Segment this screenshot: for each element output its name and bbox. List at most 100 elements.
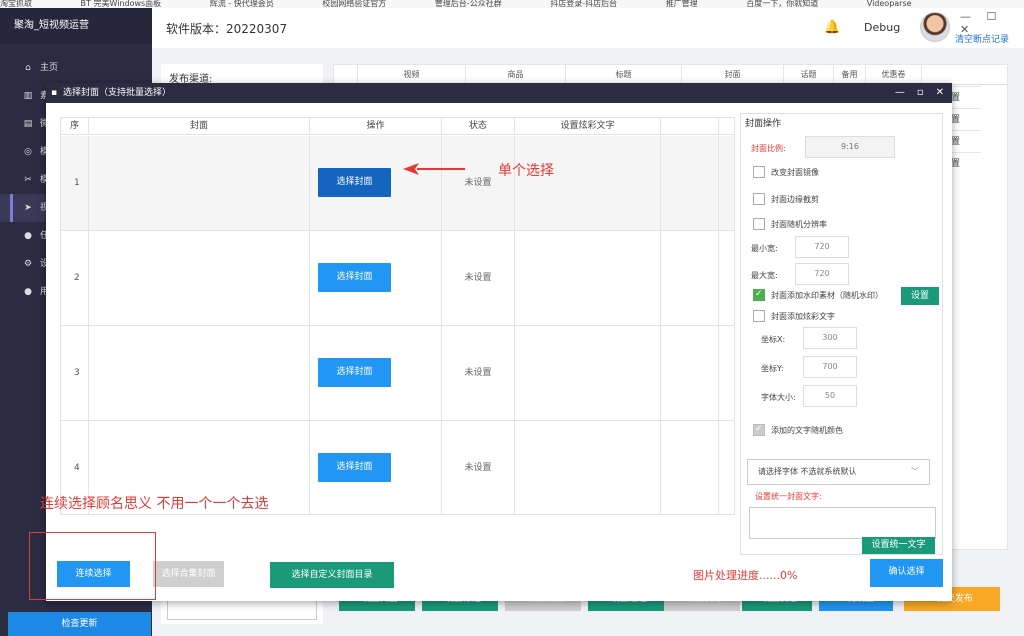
column-header: 优惠卷 bbox=[866, 65, 922, 84]
scissors-icon: ✂ bbox=[24, 175, 32, 185]
home-icon: ⌂ bbox=[25, 63, 31, 73]
column-header-seq: 序 bbox=[61, 118, 89, 135]
column-header: 标题 bbox=[566, 65, 682, 84]
max-width-input[interactable]: 720 bbox=[795, 263, 849, 285]
sidebar-item-home[interactable]: ⌂ 主页 bbox=[0, 54, 152, 82]
column-header: 商品 bbox=[466, 65, 566, 84]
dazzle-text-cell[interactable] bbox=[515, 231, 661, 326]
check-update-button[interactable]: 检查更新 bbox=[8, 612, 151, 636]
maximize-icon[interactable]: ▫ bbox=[917, 87, 924, 98]
select-custom-cover-directory-button[interactable]: 选择自定义封面目录 bbox=[270, 562, 394, 588]
bookmark[interactable]: 推广管理 bbox=[666, 0, 698, 8]
table-header: 视频 商品 标题 封面 话题 备用 优惠卷 bbox=[334, 65, 1007, 85]
set-unified-text-button[interactable]: 设置统一文字 bbox=[862, 537, 935, 554]
random-color-checkbox[interactable] bbox=[753, 424, 765, 436]
bookmark[interactable]: 管理后台-公众社群 bbox=[435, 0, 502, 8]
sidebar-item-label: 主页 bbox=[40, 63, 59, 73]
cover-ratio-field[interactable]: 9:16 bbox=[805, 136, 895, 158]
annotation-continuous-select: 连续选择顾名思义 不用一个一个去选 bbox=[40, 496, 269, 512]
random-resolution-checkbox[interactable] bbox=[753, 218, 765, 230]
column-header: 封面 bbox=[682, 65, 784, 84]
avatar[interactable] bbox=[920, 12, 950, 42]
clear-breakpoint-log-link[interactable]: 清空断点记录 bbox=[955, 32, 1009, 45]
crop-checkbox[interactable] bbox=[753, 193, 765, 205]
bookmark[interactable]: 淘宝抓取 bbox=[0, 0, 32, 8]
annotation-single-select: 单个选择 bbox=[498, 163, 554, 179]
bookmark[interactable]: 抖店登录-抖店后台 bbox=[550, 0, 617, 8]
select-cover-button[interactable]: 选择封面 bbox=[318, 168, 391, 197]
column-header-cover: 封面 bbox=[89, 118, 310, 135]
grid-header: 序 封面 操作 状态 设置炫彩文字 bbox=[61, 118, 734, 135]
bookmark[interactable]: 校园网络验证官方 bbox=[322, 0, 386, 8]
dialog-window-controls: — ▫ ✕ bbox=[883, 83, 944, 103]
target-icon: ◎ bbox=[24, 147, 32, 157]
column-header-extra bbox=[661, 118, 719, 135]
dazzle-text-cell[interactable] bbox=[515, 326, 661, 421]
column-header: 备用 bbox=[834, 65, 866, 84]
select-cover-button[interactable]: 选择封面 bbox=[318, 263, 391, 292]
close-icon[interactable]: ✕ bbox=[936, 87, 944, 98]
cover-ratio-label: 封面比例: bbox=[751, 144, 786, 153]
dazzle-text-checkbox[interactable] bbox=[753, 310, 765, 322]
cover-options-panel: 封面操作 封面比例: 9:16 改变封面镜像 封面边缘截剪 封面随机分辨率 最小… bbox=[740, 113, 943, 555]
select-cover-button[interactable]: 选择封面 bbox=[318, 453, 391, 482]
select-collection-cover-button[interactable]: 选择合集封面 bbox=[153, 561, 224, 587]
row-seq: 3 bbox=[61, 326, 89, 421]
confirm-selection-button[interactable]: 确认选择 bbox=[870, 559, 943, 587]
font-size-label: 字体大小: bbox=[761, 393, 796, 402]
bookmark[interactable]: 辉流 - 快代理会员 bbox=[210, 0, 274, 8]
status-cell: 未设置 bbox=[442, 136, 515, 231]
table-row[interactable]: 1 选择封面 未设置 bbox=[61, 136, 734, 231]
row-seq: 2 bbox=[61, 231, 89, 326]
random-resolution-label: 封面随机分辨率 bbox=[771, 220, 827, 229]
mirror-label: 改变封面镜像 bbox=[771, 168, 819, 177]
image-processing-progress: 图片处理进度......0% bbox=[693, 569, 798, 582]
unified-text-input[interactable] bbox=[749, 507, 936, 539]
annotation-arrow bbox=[403, 163, 465, 175]
bookmark[interactable]: Videoparse bbox=[867, 0, 912, 8]
bookmark[interactable]: 百度一下，你就知道 bbox=[746, 0, 818, 8]
row-seq: 1 bbox=[61, 136, 89, 231]
action-cell: 选择封面 bbox=[310, 326, 442, 421]
coord-y-input[interactable]: 700 bbox=[803, 356, 857, 378]
table-row[interactable]: 3 选择封面 未设置 bbox=[61, 326, 734, 421]
header-checkbox[interactable] bbox=[334, 65, 358, 84]
annotation-highlight-box bbox=[29, 532, 156, 600]
coord-y-label: 坐标Y: bbox=[761, 364, 784, 373]
watermark-checkbox[interactable] bbox=[753, 289, 765, 301]
watermark-label: 封面添加水印素材（随机水印） bbox=[771, 291, 883, 300]
cover-cell bbox=[89, 136, 310, 231]
unified-text-label: 设置统一封面文字: bbox=[755, 492, 822, 501]
extra-cell bbox=[661, 136, 719, 231]
font-select-value: 请选择字体 不选就系统默认 bbox=[758, 467, 857, 476]
app-title: 聚淘_短视频运营 bbox=[0, 8, 152, 44]
action-cell: 选择封面 bbox=[310, 136, 442, 231]
header: 软件版本：20220307 🔔 Debug — ☐ ✕ 清空断点记录 bbox=[152, 8, 1024, 48]
watermark-settings-button[interactable]: 设置 bbox=[901, 287, 939, 305]
font-select[interactable]: 请选择字体 不选就系统默认 ﹀ bbox=[747, 459, 930, 485]
table-row[interactable]: 2 选择封面 未设置 bbox=[61, 231, 734, 326]
column-header-status: 状态 bbox=[442, 118, 515, 135]
cover-cell bbox=[89, 326, 310, 421]
extra-cell bbox=[661, 326, 719, 421]
panel-title: 封面操作 bbox=[745, 119, 782, 129]
min-width-input[interactable]: 720 bbox=[795, 236, 849, 258]
dazzle-text-label: 封面添加炫彩文字 bbox=[771, 312, 835, 321]
dazzle-text-cell[interactable] bbox=[515, 136, 661, 231]
dazzle-text-cell[interactable] bbox=[515, 421, 661, 514]
font-size-input[interactable]: 50 bbox=[803, 385, 857, 407]
extra-cell bbox=[661, 421, 719, 514]
mirror-checkbox[interactable] bbox=[753, 166, 765, 178]
select-cover-button[interactable]: 选择封面 bbox=[318, 358, 391, 387]
coord-x-input[interactable]: 300 bbox=[803, 327, 857, 349]
bell-icon[interactable]: 🔔 bbox=[824, 20, 840, 35]
status-cell: 未设置 bbox=[442, 326, 515, 421]
minimize-icon[interactable]: — bbox=[895, 87, 905, 98]
bookmark[interactable]: BT 完美Windows面板 bbox=[81, 0, 162, 8]
crop-label: 封面边缘截剪 bbox=[771, 195, 819, 204]
app-icon: ▪ bbox=[51, 88, 58, 98]
column-header-action: 操作 bbox=[310, 118, 442, 135]
software-version: 软件版本：20220307 bbox=[166, 22, 288, 36]
debug-label[interactable]: Debug bbox=[864, 21, 900, 34]
cover-cell bbox=[89, 231, 310, 326]
